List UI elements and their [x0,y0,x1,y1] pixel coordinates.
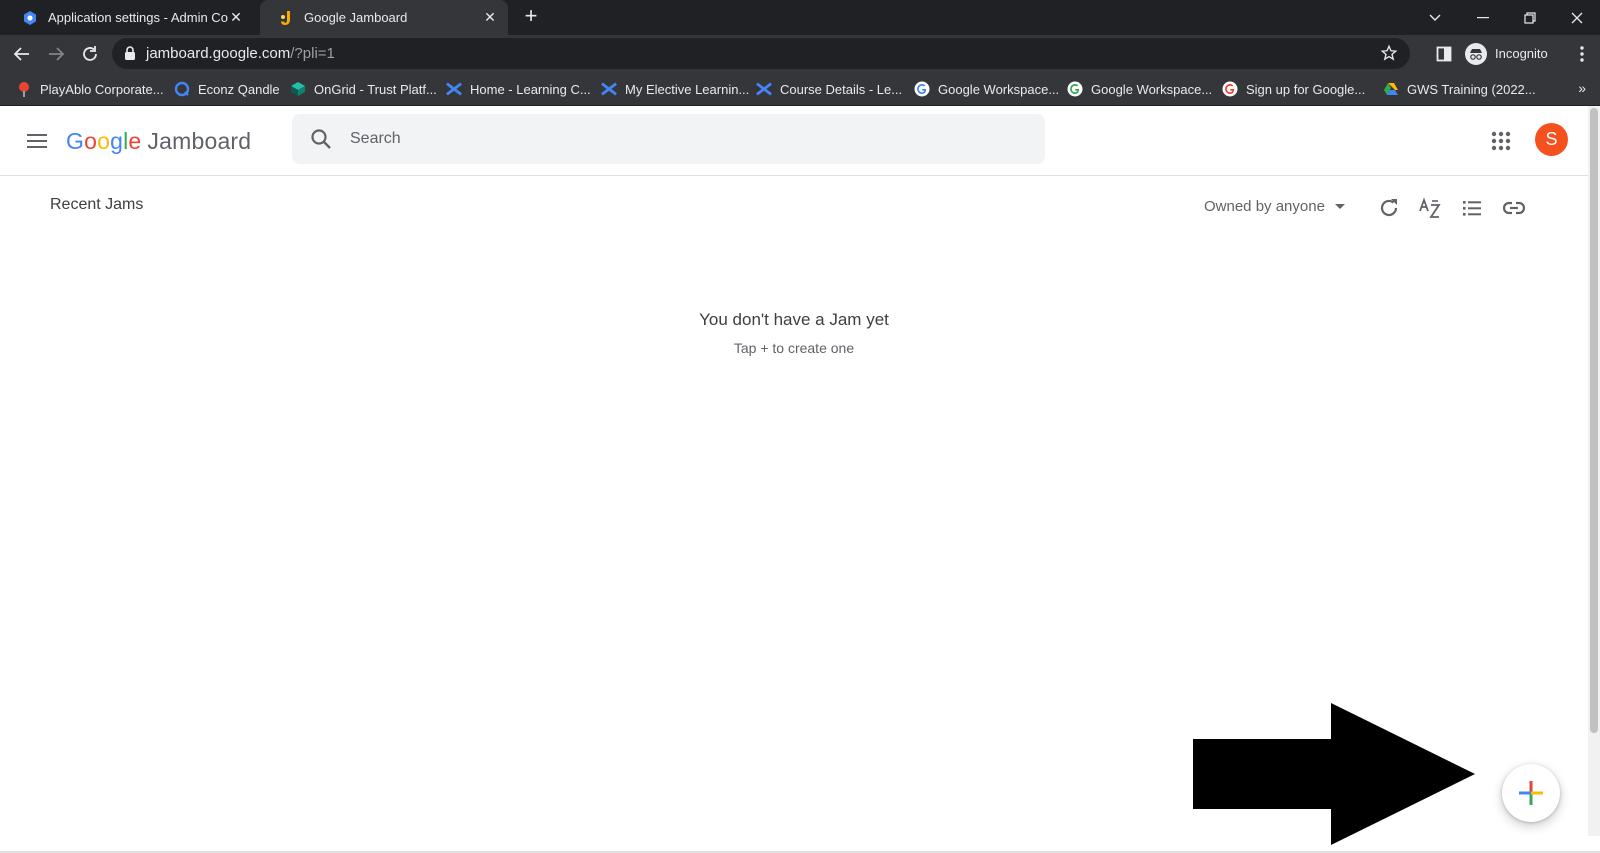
learning-x-icon [601,81,617,97]
bookmark-item[interactable]: Google Workspace... [914,79,1059,99]
lock-icon[interactable] [124,46,136,65]
app-header: Google Jamboard S [0,106,1588,176]
google-g-icon [914,81,930,97]
logo-brand: Google [66,128,142,154]
jamboard-icon [278,10,294,26]
bookmark-label: My Elective Learnin... [625,81,750,97]
address-bar[interactable]: jamboard.google.com/?pli=1 [112,38,1410,69]
admin-console-icon [22,10,38,26]
list-view-icon[interactable] [1459,195,1485,221]
ongrid-icon [290,81,306,97]
search-icon[interactable] [310,128,332,155]
bookmark-label: Google Workspace... [938,81,1060,97]
restore-icon[interactable] [1507,0,1553,35]
bookmark-item[interactable]: PlayAblo Corporate... [16,79,164,99]
jamboard-logo[interactable]: Google Jamboard [66,128,251,155]
bookmark-item[interactable]: Sign up for Google... [1222,79,1365,99]
close-icon[interactable]: ✕ [228,9,244,26]
tab-title: Google Jamboard [304,10,408,25]
hamburger-menu-icon[interactable] [24,128,50,154]
tab-search-chevron-icon[interactable] [1412,0,1458,35]
bookmarks-bar: PlayAblo Corporate... Econz Qandle OnGri… [0,72,1600,106]
bookmark-item[interactable]: OnGrid - Trust Platf... [290,79,437,99]
search-input[interactable] [350,126,1010,152]
annotation-arrow-icon [1193,703,1475,845]
learning-x-icon [756,81,772,97]
qandle-icon [174,81,190,97]
bookmark-item[interactable]: Home - Learning C... [446,79,591,99]
bookmark-item[interactable]: My Elective Learnin... [601,79,749,99]
bookmark-label: Sign up for Google... [1246,81,1366,97]
window-close-icon[interactable] [1554,0,1600,35]
close-icon[interactable]: ✕ [482,9,498,26]
google-g-icon [1222,81,1238,97]
bookmark-label: Econz Qandle [198,81,280,97]
forward-arrow-icon[interactable] [42,40,70,68]
create-jam-button[interactable] [1502,764,1560,822]
google-apps-grid-icon[interactable] [1488,128,1514,154]
bookmark-label: GWS Training (2022... [1407,81,1536,97]
bookmark-item[interactable]: Google Workspace... [1067,79,1212,99]
empty-state-title: You don't have a Jam yet [699,310,889,329]
learning-x-icon [446,81,462,97]
tab-title: Application settings - Admin Con [48,10,228,25]
url-path: /?pli=1 [290,45,335,62]
bookmark-item[interactable]: GWS Training (2022... [1383,79,1536,99]
bookmark-label: PlayAblo Corporate... [40,81,164,97]
bookmark-item[interactable]: Econz Qandle [174,79,280,99]
url-host: jamboard.google.com [146,45,291,62]
more-bookmarks-chevron-icon[interactable]: » [1578,80,1586,96]
google-drive-icon [1383,81,1399,97]
tab-strip: Application settings - Admin Con ✕ Googl… [0,0,1600,35]
refresh-icon[interactable] [1376,195,1402,221]
logo-product: Jamboard [147,128,252,154]
incognito-label: Incognito [1495,46,1548,61]
back-arrow-icon[interactable] [8,40,36,68]
browser-toolbar: jamboard.google.com/?pli=1 Incognito [0,35,1600,72]
bookmark-label: Course Details - Le... [780,81,903,97]
empty-state-subtitle: Tap + to create one [733,340,855,356]
browser-window: Application settings - Admin Con ✕ Googl… [0,0,1600,853]
link-icon[interactable] [1501,195,1527,221]
tab-admin-console[interactable]: Application settings - Admin Con ✕ [4,0,254,35]
owner-filter-label: Owned by anyone [1204,198,1325,215]
sort-az-icon[interactable] [1417,195,1443,221]
browser-menu-icon[interactable] [1568,40,1596,68]
owner-filter-dropdown[interactable]: Owned by anyone [1204,198,1345,215]
bookmark-label: OnGrid - Trust Platf... [314,81,437,97]
incognito-icon [1465,42,1487,65]
tab-google-jamboard[interactable]: Google Jamboard ✕ [260,0,508,35]
page-scrollbar[interactable] [1588,106,1600,836]
url-text[interactable]: jamboard.google.com/?pli=1 [146,45,335,62]
bookmark-label: Home - Learning C... [470,81,591,97]
dropdown-caret-icon [1334,204,1345,209]
scrollbar-thumb[interactable] [1590,108,1598,733]
playablo-icon [16,81,32,97]
new-tab-button[interactable]: + [519,5,543,29]
section-title: Recent Jams [50,196,144,213]
plus-icon [1519,781,1543,805]
bookmark-item[interactable]: Course Details - Le... [756,79,902,99]
side-panel-icon[interactable] [1430,40,1458,68]
account-avatar[interactable]: S [1535,123,1568,156]
incognito-profile-button[interactable]: Incognito [1465,38,1548,69]
reload-icon[interactable] [76,40,104,68]
bookmark-star-icon[interactable] [1380,44,1398,67]
google-g-icon [1067,81,1083,97]
bookmark-label: Google Workspace... [1091,81,1213,97]
search-bar[interactable] [292,114,1045,164]
minimize-icon[interactable] [1460,0,1506,35]
